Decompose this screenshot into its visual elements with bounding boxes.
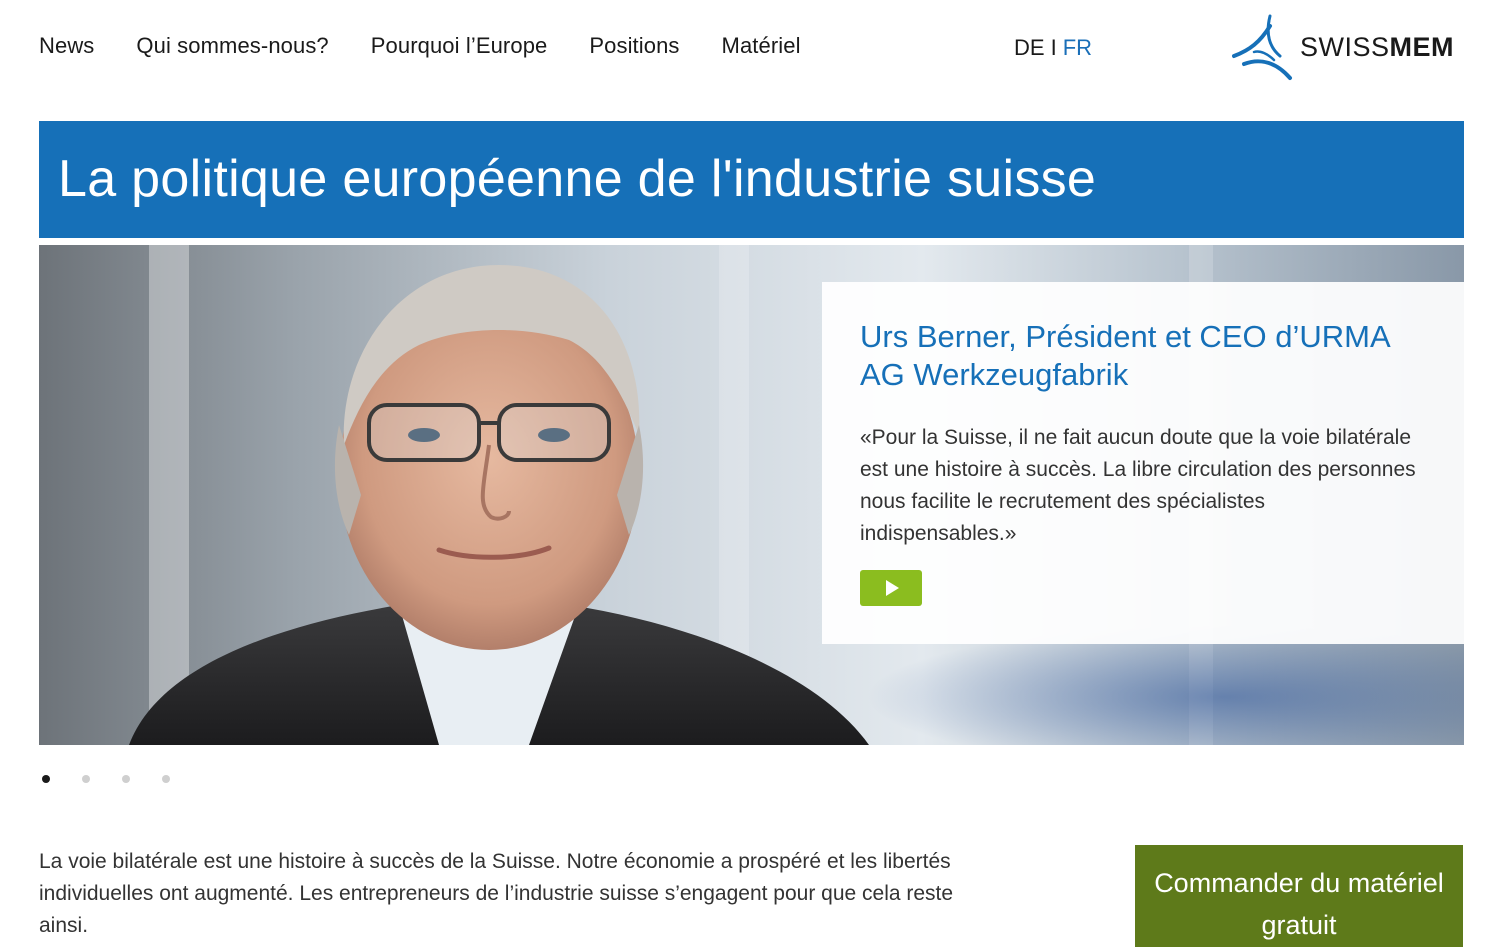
quote-text: «Pour la Suisse, il ne fait aucun doute … xyxy=(860,426,1416,545)
carousel-dot-4[interactable] xyxy=(162,775,170,783)
play-video-button[interactable] xyxy=(860,570,922,606)
nav-item-positions[interactable]: Positions xyxy=(589,33,679,59)
language-switcher: DE I FR xyxy=(1014,35,1092,61)
order-material-button[interactable]: Commander du matériel gratuit xyxy=(1135,845,1463,947)
swissmem-logo[interactable]: SWISSMEM xyxy=(1230,12,1462,82)
carousel-indicators xyxy=(42,775,170,783)
lang-separator: I xyxy=(1050,35,1057,60)
lang-fr-link[interactable]: FR xyxy=(1063,35,1092,61)
hero-slider: Urs Berner, Président et CEO d’URMA AG W… xyxy=(39,245,1464,745)
nav-item-materiel[interactable]: Matériel xyxy=(722,33,801,59)
play-icon xyxy=(886,580,899,596)
page-banner: La politique européenne de l'industrie s… xyxy=(39,121,1464,238)
carousel-dot-1[interactable] xyxy=(42,775,50,783)
swissmem-logo-icon xyxy=(1232,14,1292,80)
logo-wordmark: SWISSMEM xyxy=(1300,31,1455,62)
intro-text: La voie bilatérale est une histoire à su… xyxy=(39,850,954,937)
speaker-photo xyxy=(129,265,869,745)
quote-card: Urs Berner, Président et CEO d’URMA AG W… xyxy=(822,282,1464,644)
main-nav: News Qui sommes-nous? Pourquoi l’Europe … xyxy=(39,33,843,59)
page-title: La politique européenne de l'industrie s… xyxy=(58,150,1097,208)
carousel-dot-2[interactable] xyxy=(82,775,90,783)
nav-item-qui-sommes-nous[interactable]: Qui sommes-nous? xyxy=(136,33,328,59)
carousel-dot-3[interactable] xyxy=(122,775,130,783)
nav-item-news[interactable]: News xyxy=(39,33,94,59)
nav-item-pourquoi-europe[interactable]: Pourquoi l’Europe xyxy=(371,33,548,59)
quote-title: Urs Berner, Président et CEO d’URMA AG W… xyxy=(860,319,1389,392)
lang-de-link[interactable]: DE xyxy=(1014,35,1045,61)
